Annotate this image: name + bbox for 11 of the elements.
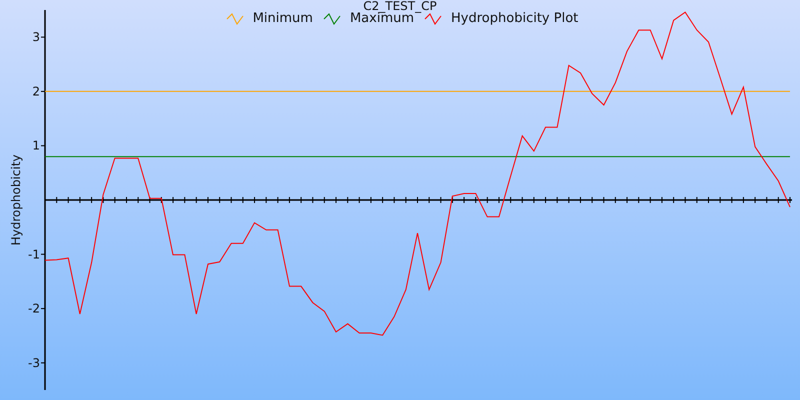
- y-axis-label: Hydrophobicity: [9, 154, 23, 246]
- chart-title: C2_TEST_CP: [363, 0, 437, 12]
- legend-label: Hydrophobicity Plot: [451, 11, 578, 27]
- legend-label: Maximum: [350, 11, 414, 27]
- y-tick-label: -1: [28, 247, 40, 262]
- y-tick-label: -3: [28, 356, 40, 370]
- y-tick-label: -2: [28, 302, 40, 316]
- y-tick-label: 1: [32, 138, 40, 153]
- y-tick-label: 3: [32, 30, 40, 44]
- y-tick-label: 2: [32, 84, 40, 98]
- legend-label: Minimum: [252, 11, 313, 27]
